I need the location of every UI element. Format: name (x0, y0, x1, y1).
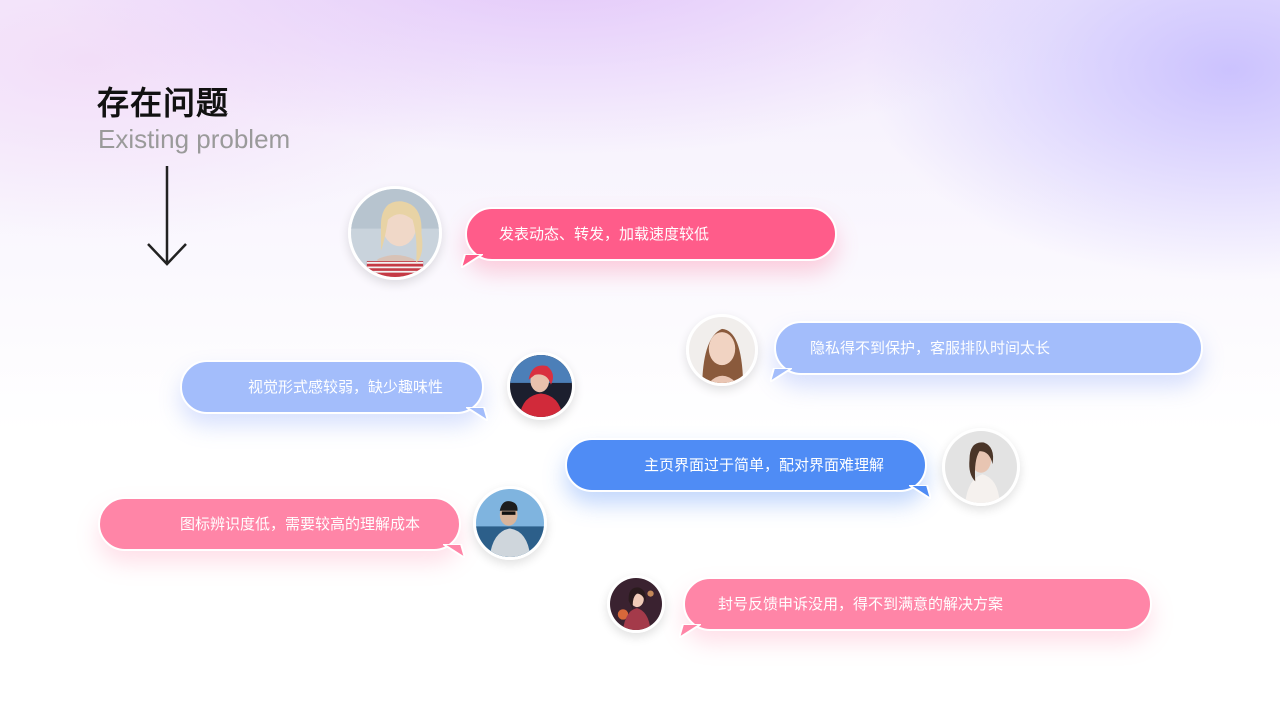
comment-text: 主页界面过于简单，配对界面难理解 (644, 456, 885, 474)
avatar (686, 314, 758, 386)
comment-text: 发表动态、转发，加载速度较低 (499, 225, 710, 243)
avatar (942, 428, 1020, 506)
avatar (348, 186, 442, 280)
comment-text: 视觉形式感较弱，缺少趣味性 (248, 378, 444, 396)
comment-bubble: 封号反馈申诉没用，得不到满意的解决方案 (679, 577, 1152, 638)
down-arrow-icon (147, 166, 187, 266)
comment-bubble: 图标辨识度低，需要较高的理解成本 (98, 497, 465, 558)
avatar (473, 486, 547, 560)
comment-bubble: 隐私得不到保护，客服排队时间太长 (770, 321, 1203, 382)
comment-bubble: 视觉形式感较弱，缺少趣味性 (180, 360, 488, 421)
comment-text: 隐私得不到保护，客服排队时间太长 (810, 339, 1051, 357)
comment-bubble: 主页界面过于简单，配对界面难理解 (565, 438, 931, 499)
page-title: 存在问题 (97, 84, 230, 122)
page-subtitle: Existing problem (98, 124, 291, 154)
comment-text: 封号反馈申诉没用，得不到满意的解决方案 (718, 595, 1004, 613)
avatar (507, 352, 575, 420)
comment-text: 图标辨识度低，需要较高的理解成本 (180, 515, 421, 533)
avatar (607, 575, 665, 633)
comment-bubble: 发表动态、转发，加载速度较低 (461, 207, 837, 268)
